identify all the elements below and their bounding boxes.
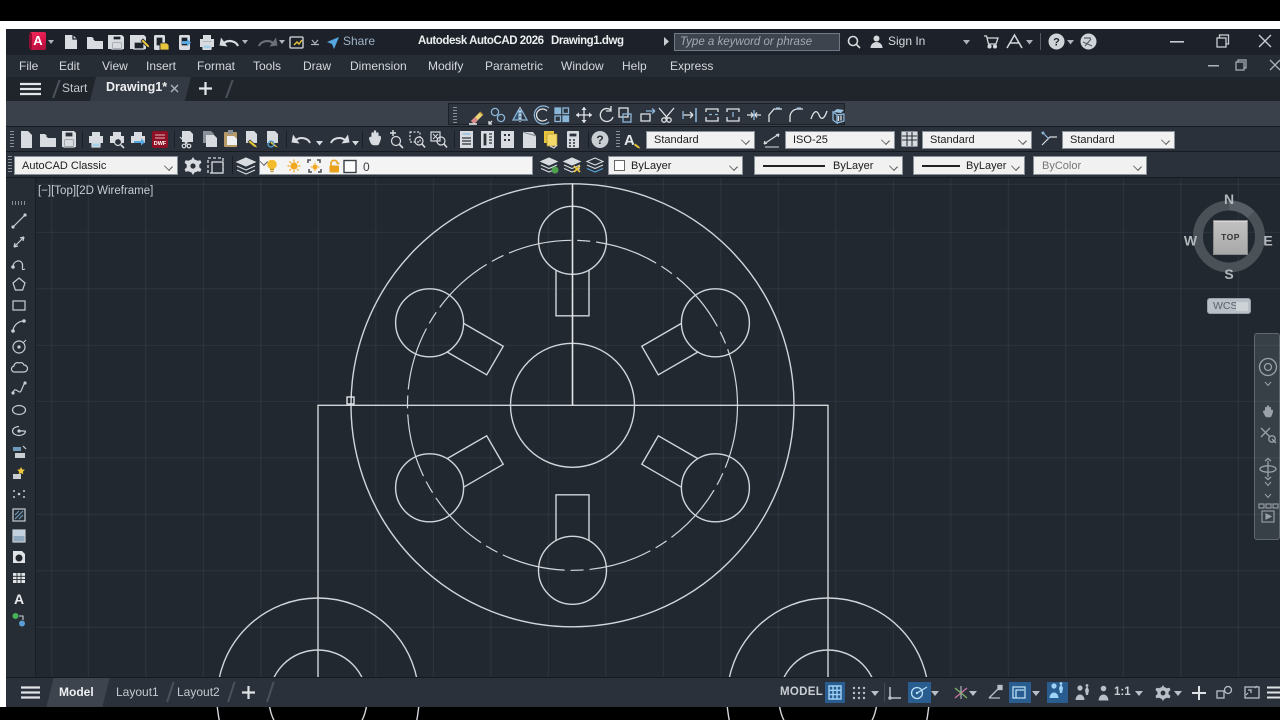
svg-text:DWF: DWF [154, 141, 167, 147]
svg-text:W: W [1184, 233, 1198, 249]
svg-text:E: E [1263, 233, 1272, 249]
svg-text:0: 0 [363, 160, 370, 174]
svg-text:N: N [1224, 191, 1234, 207]
svg-text:A: A [14, 591, 24, 607]
svg-text:S: S [1224, 266, 1233, 282]
svg-text:A: A [624, 132, 635, 149]
svg-text:?: ? [596, 133, 603, 147]
svg-text:?: ? [1053, 37, 1060, 49]
